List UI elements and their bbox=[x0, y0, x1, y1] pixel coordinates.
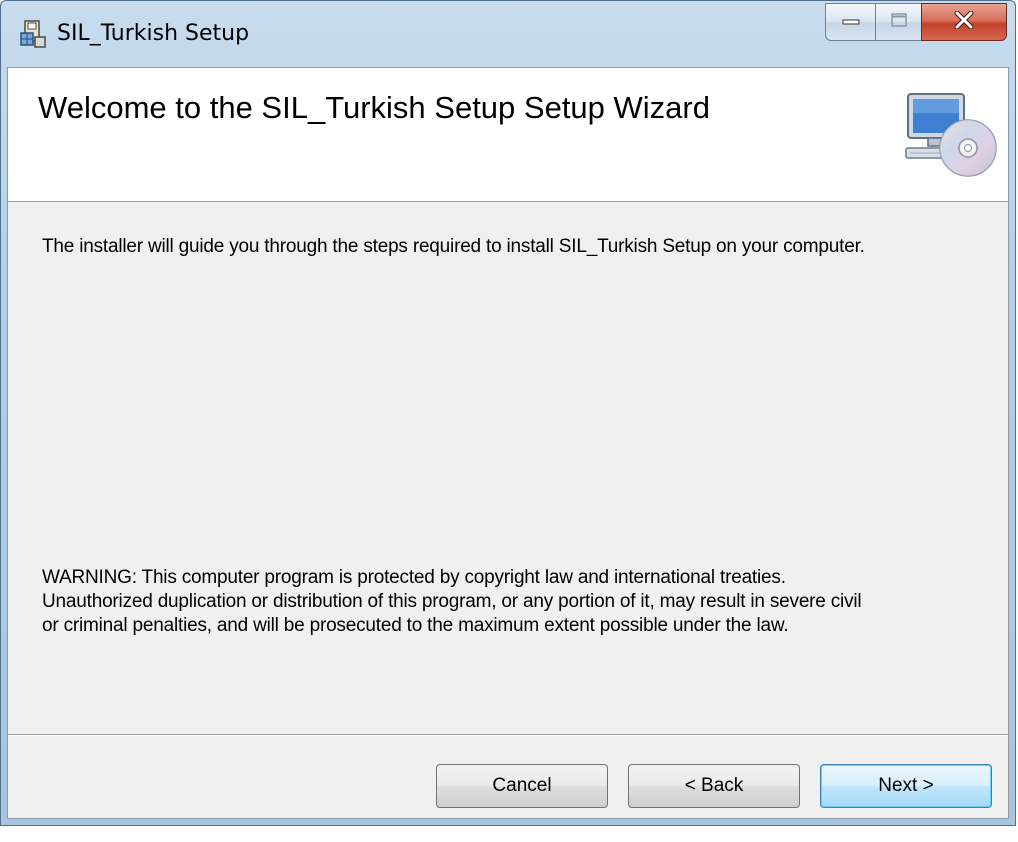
wizard-banner: Welcome to the SIL_Turkish Setup Setup W… bbox=[8, 68, 1008, 202]
window-title: SIL_Turkish Setup bbox=[57, 21, 250, 46]
cancel-button[interactable]: Cancel bbox=[436, 764, 608, 808]
next-button[interactable]: Next > bbox=[820, 764, 992, 808]
wizard-client-area: Welcome to the SIL_Turkish Setup Setup W… bbox=[7, 67, 1009, 819]
maximize-icon bbox=[890, 12, 907, 32]
copyright-warning-text: WARNING: This computer program is protec… bbox=[42, 567, 862, 636]
banner-title: Welcome to the SIL_Turkish Setup Setup W… bbox=[38, 90, 710, 125]
title-bar[interactable]: SIL_Turkish Setup bbox=[1, 1, 1015, 67]
footer-divider bbox=[8, 734, 1008, 736]
maximize-button[interactable] bbox=[875, 3, 921, 41]
minimize-button[interactable] bbox=[825, 3, 875, 41]
close-button[interactable] bbox=[921, 3, 1007, 41]
caption-buttons bbox=[825, 3, 1007, 43]
close-icon bbox=[954, 10, 974, 34]
setup-window: SIL_Turkish Setup Welcome to the SIL_Tur… bbox=[0, 0, 1016, 826]
minimize-icon bbox=[842, 13, 860, 31]
back-button[interactable]: < Back bbox=[628, 764, 800, 808]
intro-text: The installer will guide you through the… bbox=[42, 236, 865, 257]
installer-app-icon bbox=[19, 19, 49, 49]
computer-disc-icon bbox=[902, 88, 998, 180]
